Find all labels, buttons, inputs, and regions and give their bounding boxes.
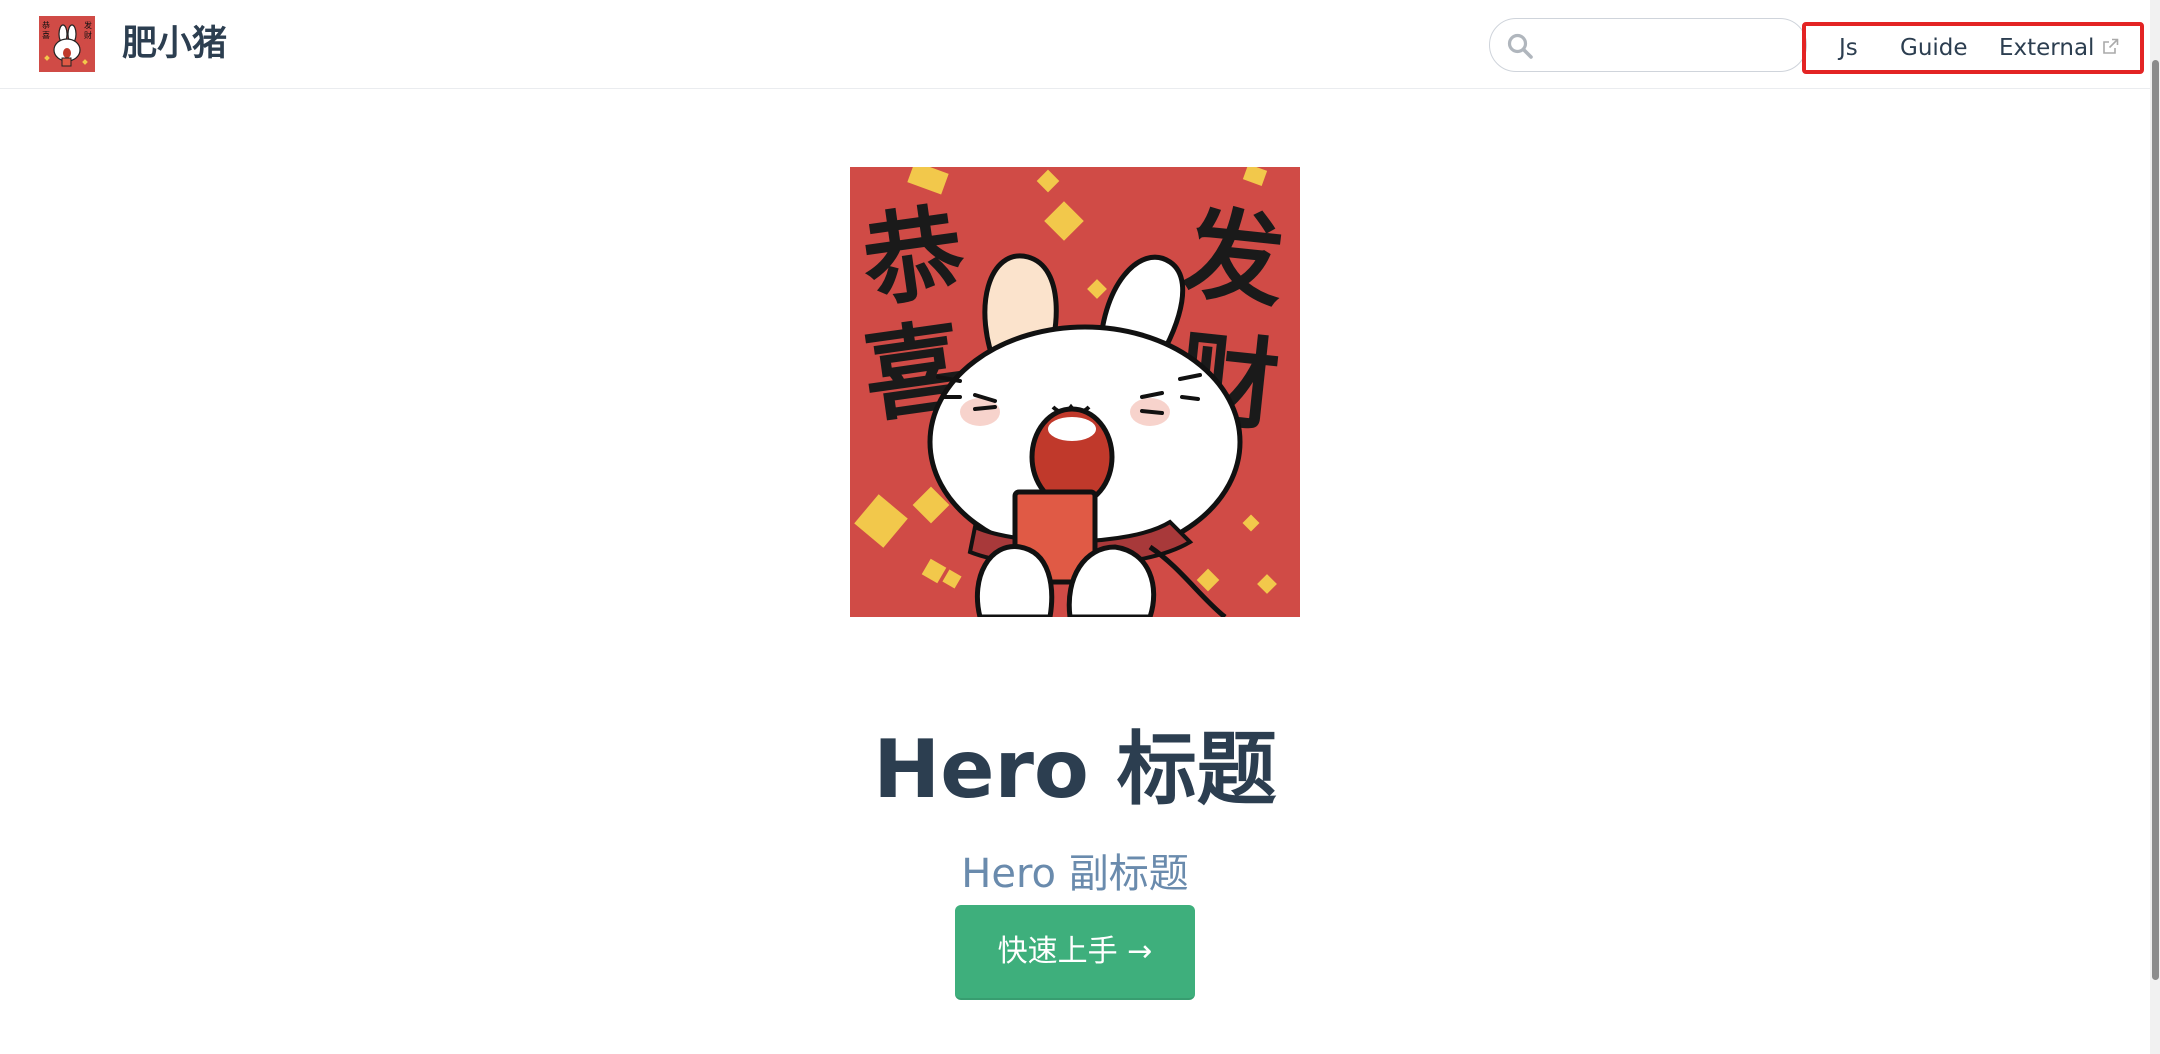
site-logo[interactable]: 恭 喜 发 财 (39, 16, 95, 72)
search-input[interactable] (1546, 25, 1795, 67)
svg-text:财: 财 (84, 30, 92, 40)
nav-link-guide[interactable]: Guide (1900, 32, 1968, 64)
rabbit-logo-icon: 恭 喜 发 财 (39, 16, 95, 72)
navbar: 恭 喜 发 财 肥小猪 Js Guide External (0, 0, 2160, 89)
hero-image-right-char-1: 发 (1178, 195, 1290, 322)
hero-image: 恭 喜 发 财 (850, 161, 1300, 620)
svg-text:喜: 喜 (42, 30, 50, 40)
rabbit-red-envelope-image: 恭 喜 发 财 (850, 161, 1300, 620)
external-link-icon (2103, 38, 2119, 54)
hero-title: Hero 标题 (873, 722, 1277, 816)
get-started-button[interactable]: 快速上手 → (955, 905, 1195, 1000)
nav-link-js[interactable]: Js (1839, 32, 1858, 64)
scrollbar-thumb[interactable] (2152, 60, 2159, 980)
nav-link-external-label: External (1999, 35, 2095, 61)
site-name[interactable]: 肥小猪 (122, 22, 227, 66)
nav-links-highlighted: Js Guide External (1802, 22, 2144, 74)
search-icon (1507, 33, 1533, 59)
search-box[interactable] (1489, 18, 1807, 72)
nav-link-external[interactable]: External (1999, 32, 2119, 64)
svg-text:发: 发 (84, 20, 92, 30)
svg-text:恭: 恭 (42, 21, 50, 30)
hero-image-left-char-1: 恭 (855, 192, 972, 322)
hero-subtitle: Hero 副标题 (961, 851, 1189, 897)
